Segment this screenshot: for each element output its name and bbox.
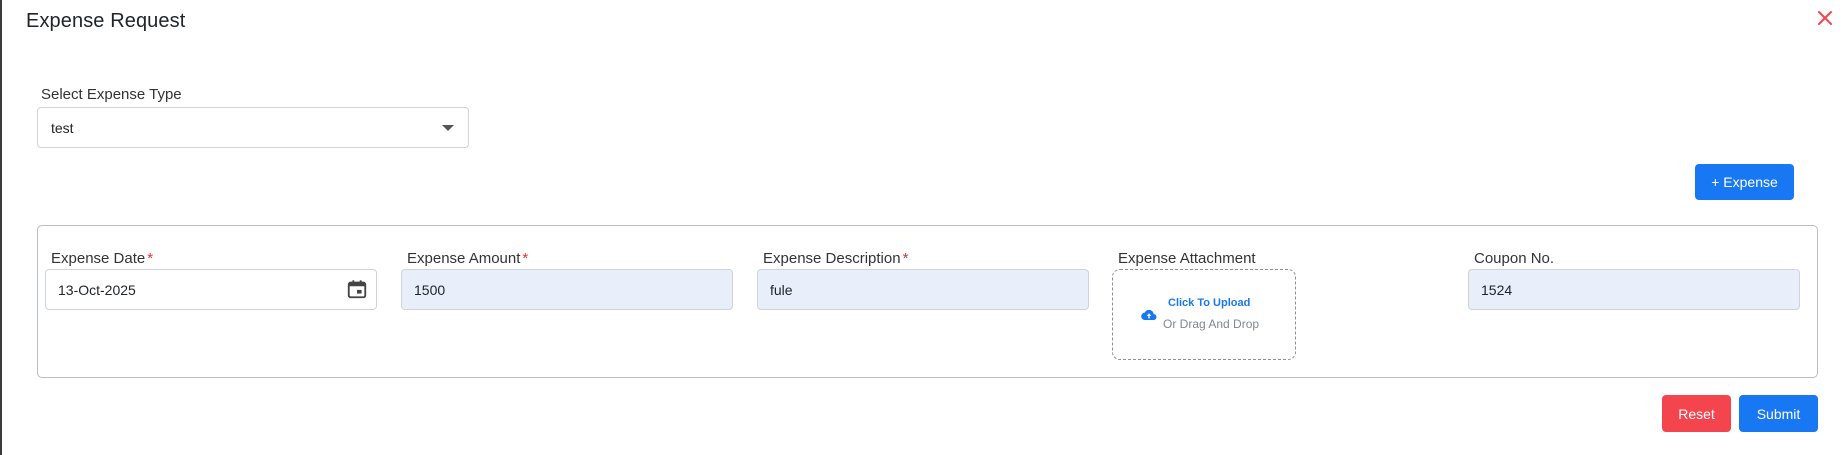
expense-date-label: Expense Date * [51, 250, 154, 267]
expense-type-label: Select Expense Type [41, 86, 182, 103]
close-button[interactable] [1813, 6, 1837, 30]
calendar-icon[interactable] [346, 278, 368, 300]
modal-title: Expense Request [26, 10, 186, 32]
expense-type-select[interactable]: test [37, 107, 469, 148]
cloud-upload-icon [1141, 308, 1157, 322]
expense-date-field [45, 269, 377, 310]
required-mark: * [902, 250, 909, 267]
close-icon [1813, 6, 1837, 30]
add-expense-button[interactable]: + Expense [1695, 164, 1794, 200]
caret-down-icon [442, 125, 454, 131]
coupon-no-label: Coupon No. [1474, 250, 1555, 267]
expense-amount-label: Expense Amount * [407, 250, 529, 267]
expense-date-input[interactable] [45, 269, 377, 310]
expense-request-modal: Expense Request Select Expense Type test… [0, 0, 1847, 455]
expense-type-value: test [51, 120, 74, 136]
drag-and-drop-text: Or Drag And Drop [1163, 317, 1260, 331]
expense-description-label: Expense Description * [763, 250, 909, 267]
required-mark: * [522, 250, 529, 267]
attachment-upload-dropzone[interactable]: Click To Upload Or Drag And Drop [1112, 269, 1296, 360]
expense-description-input[interactable] [757, 269, 1089, 310]
required-mark: * [147, 250, 154, 267]
expense-item-row: Expense Date* Expense Amount* Expense De… [37, 225, 1818, 378]
coupon-no-input[interactable] [1468, 269, 1800, 310]
reset-button[interactable]: Reset [1662, 395, 1731, 432]
expense-attachment-label: Expense Attachment [1118, 250, 1256, 267]
click-to-upload-text[interactable]: Click To Upload [1168, 297, 1250, 309]
submit-button[interactable]: Submit [1739, 395, 1818, 432]
expense-amount-input[interactable] [401, 269, 733, 310]
